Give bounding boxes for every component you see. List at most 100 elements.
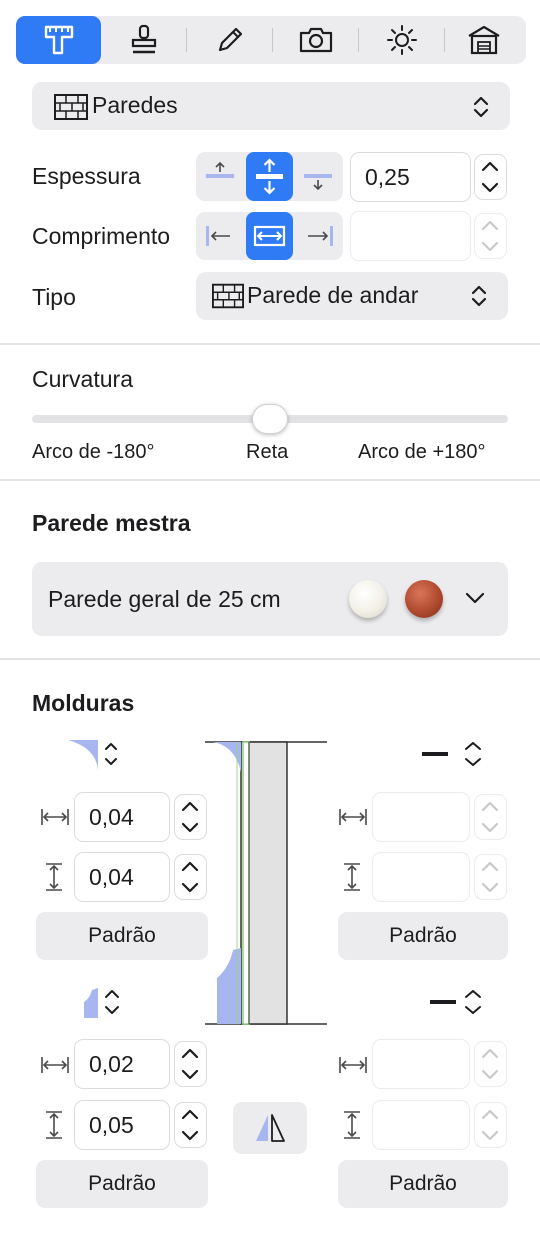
thickness-stepper[interactable] [474,154,507,200]
stepper-arrows-icon [181,1048,199,1080]
length-alignment-control [196,212,343,260]
bottom-right-profile-popup[interactable] [428,986,488,1020]
type-popup[interactable]: Parede de andar [196,272,508,320]
mirror-button[interactable] [233,1102,307,1154]
default-button-label: Padrão [88,1172,156,1195]
bottom-left-width-field[interactable]: 0,02 [74,1039,170,1089]
light-tab[interactable] [359,16,444,64]
top-right-height-stepper[interactable] [474,854,507,900]
measure-tab[interactable] [16,16,101,64]
wall-profile-preview [205,741,327,1025]
width-icon [41,1057,69,1073]
thickness-value: 0,25 [365,163,410,190]
top-left-width-stepper[interactable] [174,794,207,840]
camera-tab[interactable] [273,16,358,64]
top-left-height-field[interactable]: 0,04 [74,852,170,902]
length-align-center-option[interactable] [246,212,293,260]
stepper-arrows-icon [481,161,499,193]
brick-wall-icon [212,283,244,309]
length-field[interactable] [350,211,471,261]
length-align-right-option[interactable] [294,212,343,260]
curvature-max-label: Arco de +180° [358,441,486,463]
top-right-width-stepper[interactable] [474,794,507,840]
moldings-heading: Molduras [32,690,135,716]
align-top-icon [206,161,234,178]
width-icon [41,809,69,825]
thickness-field[interactable]: 0,25 [350,152,471,202]
length-stepper[interactable] [474,213,507,259]
type-label: Tipo [32,284,76,310]
thickness-align-top-option[interactable] [196,152,245,201]
camera-icon [299,27,332,53]
width-icon [339,1057,367,1073]
chevron-updown-icon [473,96,489,118]
bottom-left-width-stepper[interactable] [174,1041,207,1087]
top-left-default-button[interactable]: Padrão [36,912,208,960]
brick-wall-icon [54,94,88,120]
section-divider [0,658,540,660]
length-label: Comprimento [32,223,171,249]
align-center-horizontal-icon [253,225,286,247]
flat-profile-icon [430,990,481,1014]
top-right-height-field[interactable] [372,852,470,902]
top-right-profile-popup[interactable] [418,738,488,772]
bottom-left-width-value: 0,02 [89,1050,134,1077]
curvature-label: Curvatura [32,366,133,392]
section-divider [0,343,540,345]
bottom-left-default-button[interactable]: Padrão [36,1160,208,1208]
default-button-label: Padrão [389,1172,457,1195]
paint-tab[interactable] [101,16,186,64]
material-swatch-red [405,580,443,618]
thickness-alignment-control [196,152,343,201]
building-tab[interactable] [441,16,526,64]
bottom-right-height-stepper[interactable] [474,1102,507,1148]
bottom-right-width-stepper[interactable] [474,1041,507,1087]
cove-profile-icon [68,740,117,770]
curvature-slider-knob[interactable] [252,404,288,434]
height-icon [46,863,62,891]
bottom-left-height-field[interactable]: 0,05 [74,1100,170,1150]
house-icon [467,25,500,55]
category-label: Paredes [92,92,178,118]
thickness-align-bottom-option[interactable] [294,152,343,201]
chevron-down-icon [465,592,485,604]
top-right-default-button[interactable]: Padrão [338,912,508,960]
top-right-width-field[interactable] [372,792,470,842]
bottom-right-height-field[interactable] [372,1100,470,1150]
bottom-left-profile-popup[interactable] [82,986,126,1020]
material-swatch-light [349,580,387,618]
stepper-arrows-icon [181,801,199,833]
align-bottom-icon [304,174,332,191]
stamp-icon [131,24,156,54]
section-divider [0,479,540,481]
stepper-arrows-icon [481,220,499,252]
length-align-left-option[interactable] [196,212,245,260]
top-left-height-value: 0,04 [89,863,134,890]
thickness-align-center-option[interactable] [246,152,293,201]
top-left-profile-popup[interactable] [66,738,126,772]
bottom-left-height-stepper[interactable] [174,1102,207,1148]
sun-icon [386,25,417,55]
default-button-label: Padrão [88,924,156,947]
edit-tab[interactable] [187,16,272,64]
top-left-width-field[interactable]: 0,04 [74,792,170,842]
top-left-width-value: 0,04 [89,803,134,830]
bottom-right-default-button[interactable]: Padrão [338,1160,508,1208]
height-icon [344,1111,360,1139]
category-popup[interactable]: Paredes [32,82,510,130]
caliper-icon [44,25,73,55]
tool-tab-bar [16,16,526,64]
height-icon [344,863,360,891]
curvature-min-label: Arco de -180° [32,441,155,463]
height-icon [46,1111,62,1139]
stepper-arrows-icon [181,861,199,893]
curvature-mid-label: Reta [246,441,289,463]
align-left-icon [206,226,230,246]
flat-profile-icon [422,742,481,766]
top-left-height-stepper[interactable] [174,854,207,900]
stepper-arrows-icon [481,1048,499,1080]
bottom-right-width-field[interactable] [372,1039,470,1089]
master-wall-popup[interactable]: Parede geral de 25 cm [32,562,508,636]
thickness-label: Espessura [32,163,141,189]
default-button-label: Padrão [389,924,457,947]
